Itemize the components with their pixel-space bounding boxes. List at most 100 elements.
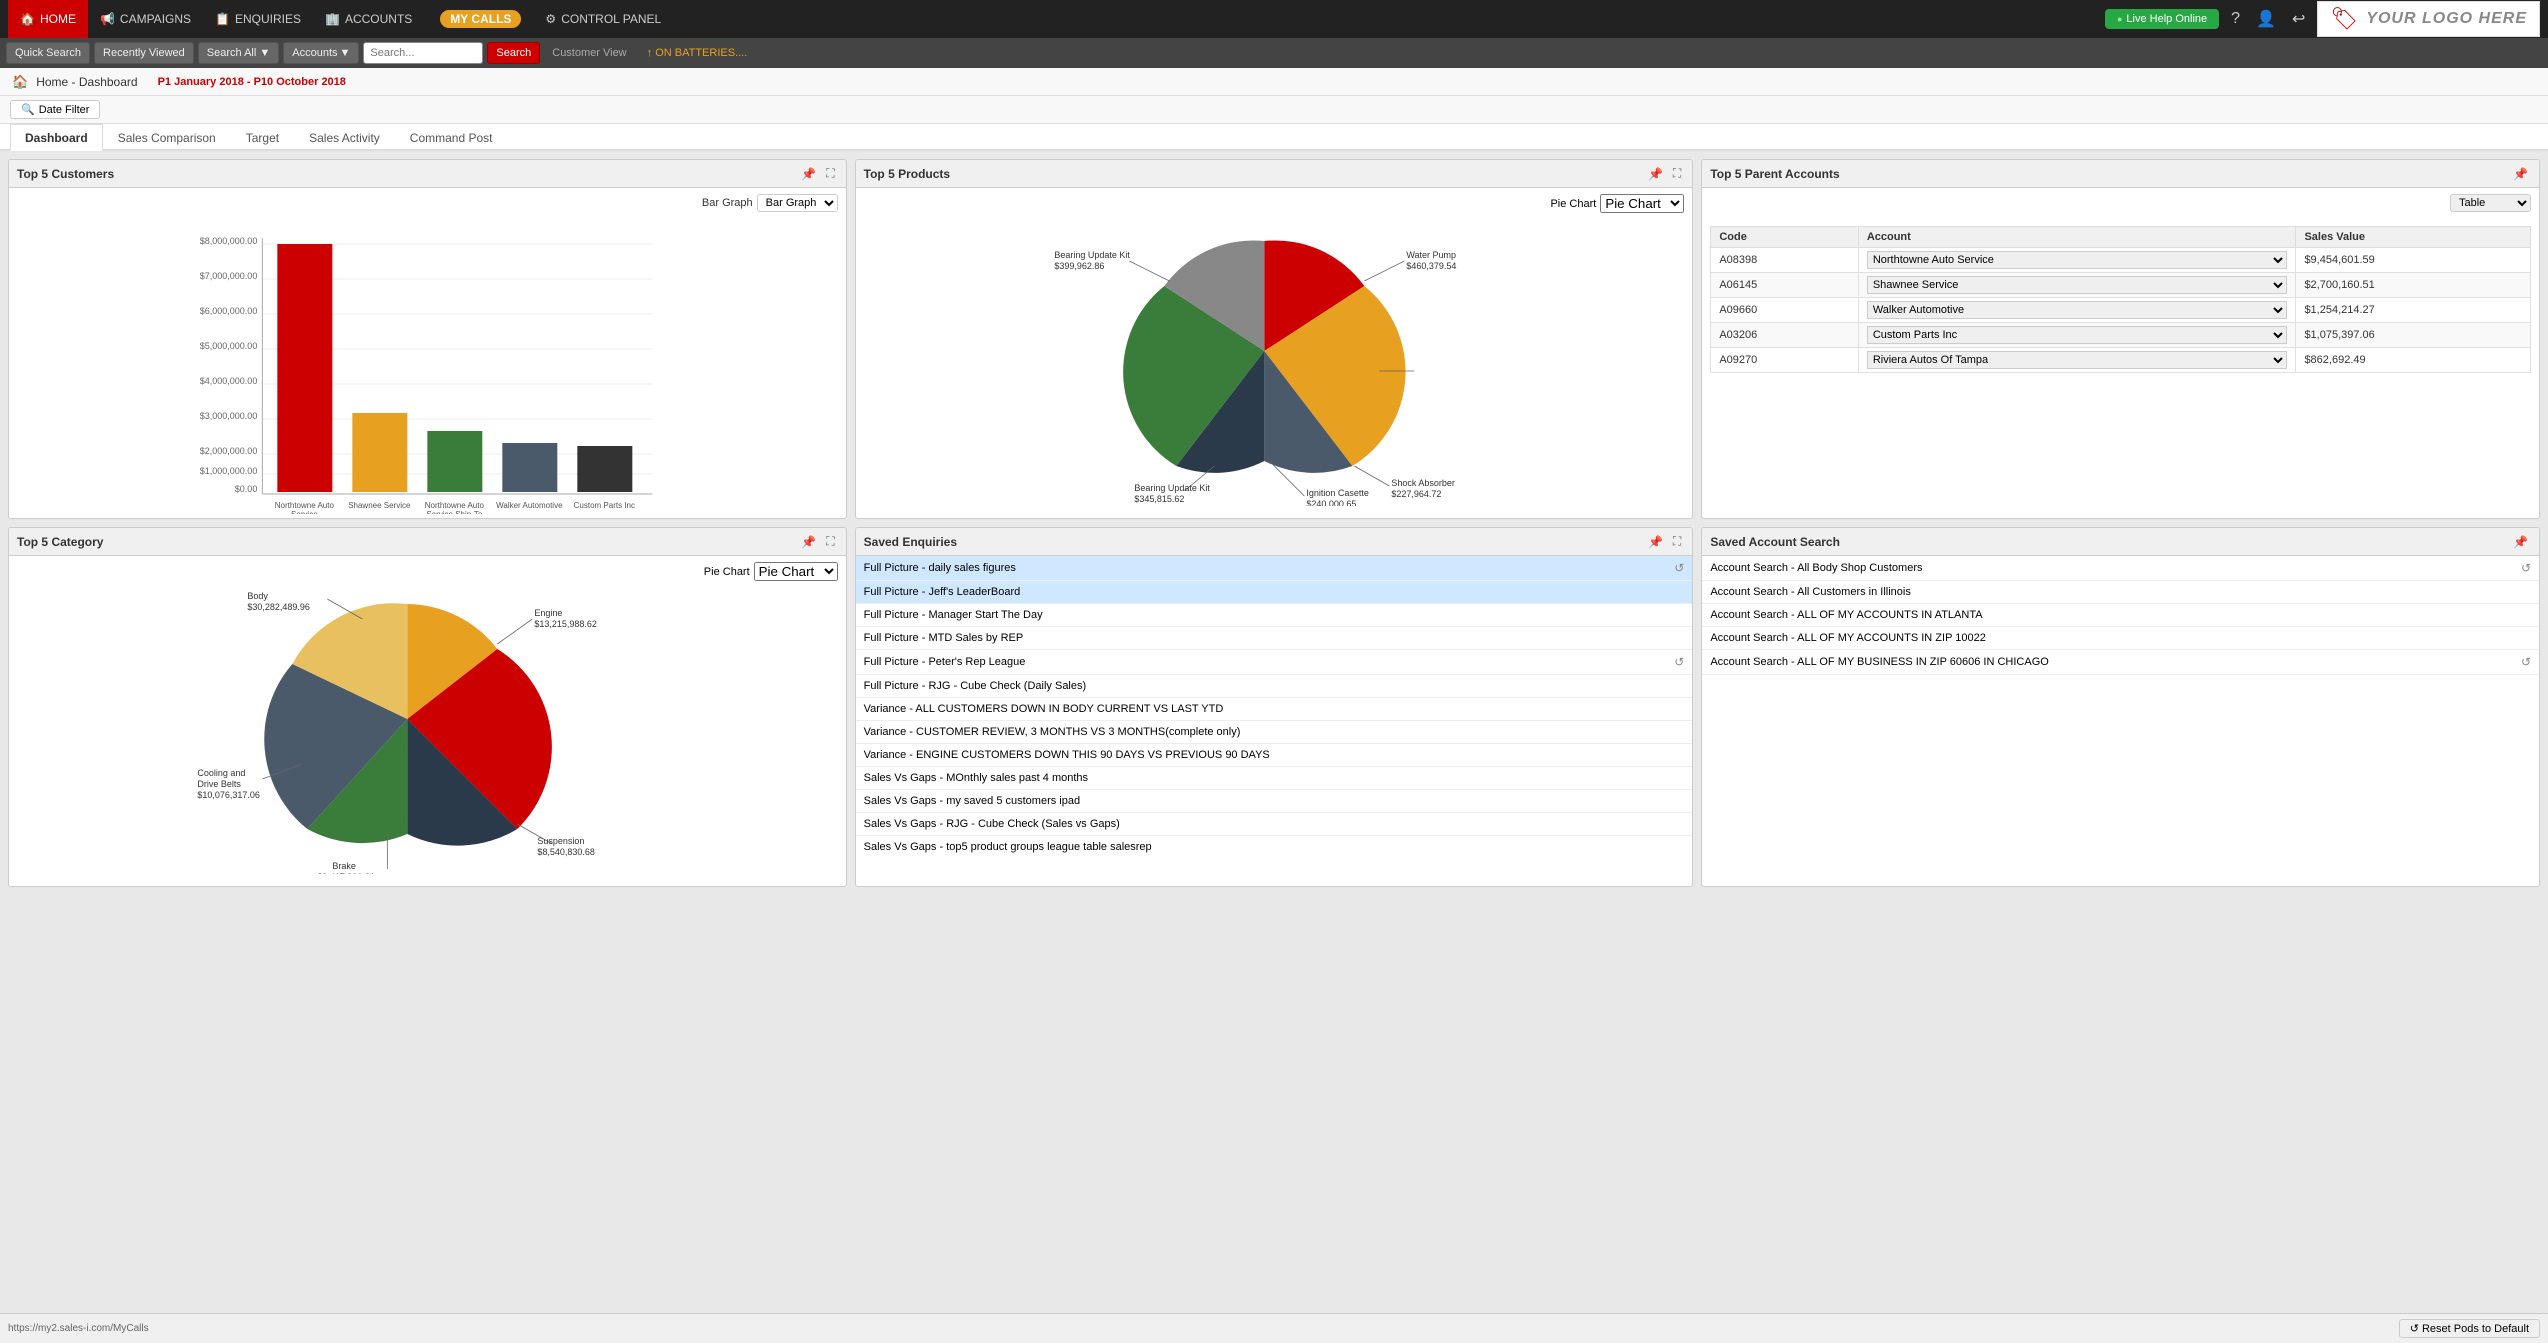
svg-text:Suspension: Suspension	[537, 836, 584, 846]
category-chart-type-select[interactable]: Pie Chart Bar Graph	[754, 562, 838, 581]
account-search-item[interactable]: Account Search - ALL OF MY BUSINESS IN Z…	[1702, 650, 2539, 675]
svg-text:$6,000,000.00: $6,000,000.00	[200, 306, 258, 316]
account-search-item[interactable]: Account Search - All Customers in Illino…	[1702, 581, 2539, 604]
control-panel-icon: ⚙	[545, 12, 556, 26]
breadcrumb-text: Home - Dashboard	[36, 75, 137, 89]
nav-item-control-panel[interactable]: ⚙ CONTROL PANEL	[533, 0, 673, 38]
svg-text:$399,962.86: $399,962.86	[1054, 261, 1104, 271]
products-chart-type-select[interactable]: Pie Chart Bar Graph	[1600, 194, 1684, 213]
nav-item-home[interactable]: 🏠 HOME	[8, 0, 88, 38]
accounts-dropdown-button[interactable]: Accounts ▼	[283, 42, 359, 64]
tab-sales-comparison[interactable]: Sales Comparison	[103, 124, 231, 151]
col-code: Code	[1711, 227, 1858, 248]
saved-enquiries-controls: 📌 ⛶	[1645, 533, 1684, 550]
account-search-pin-button[interactable]: 📌	[2510, 534, 2531, 550]
svg-text:$240,000.65: $240,000.65	[1306, 499, 1356, 506]
nav-item-mycalls[interactable]: MY CALLS	[424, 0, 533, 38]
search-all-button[interactable]: Search All ▼	[198, 42, 279, 64]
recently-viewed-button[interactable]: Recently Viewed	[94, 42, 194, 64]
nav-item-accounts[interactable]: 🏢 ACCOUNTS	[313, 0, 424, 38]
parent-accounts-pin-button[interactable]: 📌	[2510, 166, 2531, 182]
account-search-label: Account Search - All Body Shop Customers	[1710, 562, 1922, 574]
top5-customers-controls: 📌 ⛶	[798, 165, 837, 182]
saved-account-search-body: Account Search - All Body Shop Customers…	[1702, 556, 2539, 856]
svg-text:$8,000,000.00: $8,000,000.00	[200, 236, 258, 246]
quick-search-button[interactable]: Quick Search	[6, 42, 90, 64]
category-expand-button[interactable]: ⛶	[823, 533, 837, 550]
table-row: A08398 Northtowne Auto Service $9,454,60…	[1711, 248, 2531, 273]
date-filter-button[interactable]: 🔍 Date Filter	[10, 100, 100, 119]
tab-target[interactable]: Target	[231, 124, 294, 151]
svg-text:Bearing Update Kit: Bearing Update Kit	[1054, 250, 1130, 260]
svg-text:$30,282,489.96: $30,282,489.96	[247, 602, 310, 612]
top-navigation: 🏠 HOME 📢 CAMPAIGNS 📋 ENQUIRIES 🏢 ACCOUNT…	[0, 0, 2548, 38]
products-pin-button[interactable]: 📌	[1645, 166, 1666, 182]
saved-enquiry-item[interactable]: Sales Vs Gaps - top5 product groups leag…	[856, 836, 1693, 856]
saved-enquiries-title: Saved Enquiries	[864, 535, 957, 549]
saved-enquiry-item[interactable]: Sales Vs Gaps - my saved 5 customers ipa…	[856, 790, 1693, 813]
account-name-select[interactable]: Custom Parts Inc	[1867, 326, 2288, 344]
products-chart-type-selector: Pie Chart Pie Chart Bar Graph	[1550, 194, 1684, 213]
top5-parent-accounts-controls: 📌	[2510, 166, 2531, 182]
tab-command-post[interactable]: Command Post	[395, 124, 508, 151]
tab-dashboard[interactable]: Dashboard	[10, 124, 103, 151]
refresh-icon: ↺	[2521, 561, 2531, 575]
top5-products-title: Top 5 Products	[864, 167, 950, 181]
products-expand-button[interactable]: ⛶	[1670, 165, 1684, 182]
svg-text:$3,000,000.00: $3,000,000.00	[200, 411, 258, 421]
account-name-select[interactable]: Riviera Autos Of Tampa	[1867, 351, 2288, 369]
nav-settings-button[interactable]: ↩	[2288, 5, 2309, 33]
parent-accounts-type-select[interactable]: Table Bar Graph	[2450, 194, 2531, 212]
nav-item-enquiries[interactable]: 📋 ENQUIRIES	[203, 0, 313, 38]
saved-enquiry-item[interactable]: Full Picture - Manager Start The Day	[856, 604, 1693, 627]
account-sales-value: $9,454,601.59	[2296, 248, 2531, 273]
live-help-button[interactable]: Live Help Online	[2105, 9, 2219, 29]
svg-text:Service: Service	[291, 510, 318, 514]
top5-customers-body: Bar Graph Bar Graph Pie Chart $8,000,000…	[9, 188, 846, 518]
bar-chart-type-label: Bar Graph	[702, 197, 753, 209]
customer-view-button[interactable]: Customer View	[544, 42, 634, 64]
saved-enquiry-item[interactable]: Full Picture - RJG - Cube Check (Daily S…	[856, 675, 1693, 698]
svg-text:Ignition Casette: Ignition Casette	[1306, 488, 1369, 498]
bar-chart-type-select[interactable]: Bar Graph Pie Chart	[757, 194, 838, 212]
logo-icon: 🏷	[2330, 6, 2358, 32]
saved-enquiry-item[interactable]: Sales Vs Gaps - MOnthly sales past 4 mon…	[856, 767, 1693, 790]
account-search-item[interactable]: Account Search - ALL OF MY ACCOUNTS IN Z…	[1702, 627, 2539, 650]
account-sales-value: $2,700,160.51	[2296, 273, 2531, 298]
saved-enquiry-item[interactable]: Full Picture - Peter's Rep League ↺	[856, 650, 1693, 675]
account-code: A09660	[1711, 298, 1858, 323]
nav-campaigns-label: CAMPAIGNS	[120, 12, 191, 26]
accounts-dropdown-label: Accounts	[292, 47, 337, 59]
nav-item-campaigns[interactable]: 📢 CAMPAIGNS	[88, 0, 203, 38]
tab-sales-activity[interactable]: Sales Activity	[294, 124, 395, 151]
account-name-select[interactable]: Walker Automotive	[1867, 301, 2288, 319]
nav-control-panel-label: CONTROL PANEL	[561, 12, 661, 26]
saved-enquiry-item[interactable]: Full Picture - Jeff's LeaderBoard	[856, 581, 1693, 604]
saved-enquiry-item[interactable]: Variance - CUSTOMER REVIEW, 3 MONTHS VS …	[856, 721, 1693, 744]
search-input[interactable]	[363, 42, 483, 64]
account-name-select[interactable]: Northtowne Auto Service	[1867, 251, 2288, 269]
refresh-icon: ↺	[1674, 561, 1684, 575]
category-chart-type-selector: Pie Chart Pie Chart Bar Graph	[704, 562, 838, 581]
help-button[interactable]: ?	[2227, 6, 2244, 32]
customers-pin-button[interactable]: 📌	[798, 166, 819, 182]
saved-enquiry-item[interactable]: Variance - ENGINE CUSTOMERS DOWN THIS 90…	[856, 744, 1693, 767]
enquiries-expand-button[interactable]: ⛶	[1670, 533, 1684, 550]
saved-enquiry-item[interactable]: Sales Vs Gaps - RJG - Cube Check (Sales …	[856, 813, 1693, 836]
top5-category-title: Top 5 Category	[17, 535, 103, 549]
col-sales-value: Sales Value	[2296, 227, 2531, 248]
saved-enquiry-label: Full Picture - Peter's Rep League	[864, 656, 1026, 668]
category-pin-button[interactable]: 📌	[798, 534, 819, 550]
account-search-item[interactable]: Account Search - All Body Shop Customers…	[1702, 556, 2539, 581]
on-batteries-button[interactable]: ↑ ON BATTERIES....	[639, 42, 756, 64]
bar-chart-type-selector: Bar Graph Bar Graph Pie Chart	[702, 194, 838, 212]
user-button[interactable]: 👤	[2252, 5, 2280, 33]
account-search-item[interactable]: Account Search - ALL OF MY ACCOUNTS IN A…	[1702, 604, 2539, 627]
customers-expand-button[interactable]: ⛶	[823, 165, 837, 182]
saved-enquiry-item[interactable]: Variance - ALL CUSTOMERS DOWN IN BODY CU…	[856, 698, 1693, 721]
saved-enquiry-item[interactable]: Full Picture - daily sales figures ↺	[856, 556, 1693, 581]
search-button[interactable]: Search	[487, 42, 540, 64]
saved-enquiry-item[interactable]: Full Picture - MTD Sales by REP	[856, 627, 1693, 650]
enquiries-pin-button[interactable]: 📌	[1645, 534, 1666, 550]
account-name-select[interactable]: Shawnee Service	[1867, 276, 2288, 294]
